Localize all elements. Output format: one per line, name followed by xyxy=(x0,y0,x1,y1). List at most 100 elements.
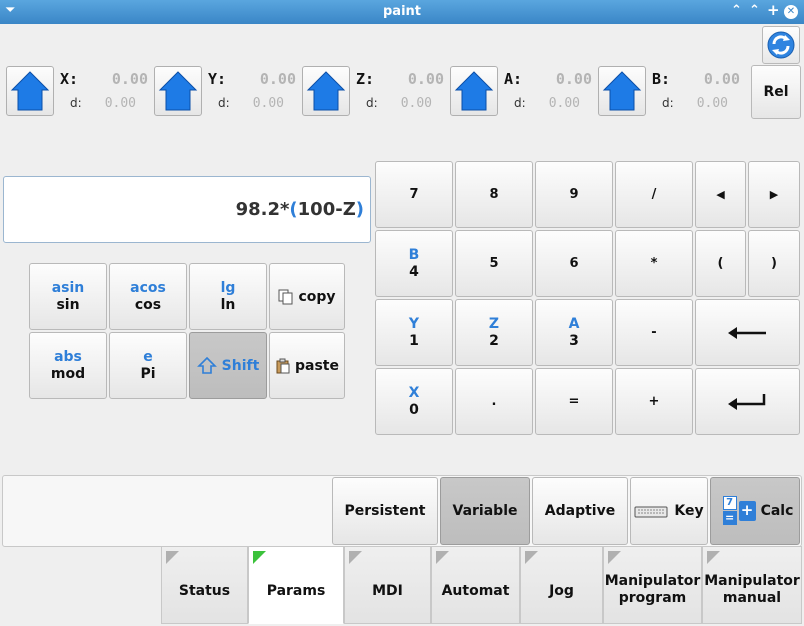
delta-label: d: xyxy=(218,96,230,110)
paste-icon xyxy=(276,358,290,373)
axis-x: X: 0.00 d: 0.00 xyxy=(4,64,150,118)
axis-x-label: X xyxy=(408,384,420,401)
tab-label-line1: Manipulator xyxy=(604,573,701,589)
axis-b-label: B xyxy=(408,246,420,263)
cos-button[interactable]: acos cos xyxy=(109,263,187,330)
minimize-icon[interactable]: ⌃ xyxy=(731,3,742,18)
home-icon xyxy=(306,71,346,111)
digit-1-label: 1 xyxy=(409,332,419,349)
rel-button[interactable]: Rel xyxy=(751,65,801,119)
sin-button[interactable]: asin sin xyxy=(29,263,107,330)
axis-name: A: xyxy=(504,70,523,88)
home-icon xyxy=(454,71,494,111)
persistent-button[interactable]: Persistent xyxy=(332,477,438,545)
tab-jog[interactable]: Jog xyxy=(520,546,603,624)
paste-button[interactable]: paste xyxy=(269,332,345,399)
home-x-button[interactable] xyxy=(6,66,54,116)
key-mode-button[interactable]: Key xyxy=(630,477,708,545)
refresh-button[interactable] xyxy=(762,26,800,64)
expression-paren-open: ( xyxy=(289,199,298,220)
tab-label: Jog xyxy=(549,583,574,599)
delta-value: 0.00 xyxy=(104,96,136,111)
acos-label: acos xyxy=(130,279,166,296)
axis-a-label: A xyxy=(568,315,580,332)
key-divide[interactable]: / xyxy=(615,161,693,228)
cursor-right-button[interactable]: ▶ xyxy=(748,161,800,228)
key-7[interactable]: 7 xyxy=(375,161,453,228)
backspace-button[interactable] xyxy=(695,299,800,366)
tab-corner-marker xyxy=(253,551,266,564)
mod-label: mod xyxy=(50,365,86,382)
expression-display[interactable]: 98.2*(100-Z) xyxy=(3,176,371,243)
tab-label-line2: program xyxy=(618,590,687,606)
axis-name: B: xyxy=(652,70,671,88)
enter-button[interactable] xyxy=(695,368,800,435)
delta-value: 0.00 xyxy=(696,96,728,111)
cursor-left-button[interactable]: ◀ xyxy=(695,161,746,228)
close-icon[interactable]: ✕ xyxy=(784,5,798,19)
key-0[interactable]: X0 xyxy=(375,368,453,435)
home-b-button[interactable] xyxy=(598,66,646,116)
pi-button[interactable]: e Pi xyxy=(109,332,187,399)
key-left-paren[interactable]: ( xyxy=(695,230,746,297)
tab-corner-marker xyxy=(707,551,720,564)
tab-label: Status xyxy=(178,583,231,599)
abs-label: abs xyxy=(54,348,82,365)
key-5[interactable]: 5 xyxy=(455,230,533,297)
keyboard-icon xyxy=(634,506,668,518)
key-equals[interactable]: = xyxy=(535,368,613,435)
tab-automat[interactable]: Automat xyxy=(431,546,520,624)
copy-button[interactable]: copy xyxy=(269,263,345,330)
copy-icon xyxy=(278,289,293,304)
home-a-button[interactable] xyxy=(450,66,498,116)
key-3[interactable]: A3 xyxy=(535,299,613,366)
calc-mode-button[interactable]: 7 = + Calc xyxy=(710,477,800,545)
calc-icon-equals: = xyxy=(722,511,737,525)
home-z-button[interactable] xyxy=(302,66,350,116)
tab-manipulator-manual[interactable]: Manipulator manual xyxy=(702,546,802,624)
shift-button[interactable]: Shift xyxy=(189,332,267,399)
key-4[interactable]: B4 xyxy=(375,230,453,297)
right-arrow-icon: ▶ xyxy=(769,188,779,201)
digit-4-label: 4 xyxy=(409,263,419,280)
restore-icon[interactable]: ⌃ xyxy=(749,3,760,18)
shift-label: Shift xyxy=(221,357,260,374)
expression-paren-close: ) xyxy=(355,199,364,220)
maximize-icon[interactable]: + xyxy=(767,1,780,19)
calc-icon-digit: 7 xyxy=(722,496,737,510)
key-8[interactable]: 8 xyxy=(455,161,533,228)
key-minus[interactable]: - xyxy=(615,299,693,366)
ln-button[interactable]: lg ln xyxy=(189,263,267,330)
variable-button[interactable]: Variable xyxy=(440,477,530,545)
key-9[interactable]: 9 xyxy=(535,161,613,228)
axis-value: 0.00 xyxy=(259,70,296,88)
tab-status[interactable]: Status xyxy=(161,546,248,624)
adaptive-button[interactable]: Adaptive xyxy=(532,477,628,545)
key-1[interactable]: Y1 xyxy=(375,299,453,366)
tab-corner-marker xyxy=(436,551,449,564)
mod-button[interactable]: abs mod xyxy=(29,332,107,399)
key-6[interactable]: 6 xyxy=(535,230,613,297)
key-plus[interactable]: + xyxy=(615,368,693,435)
copy-label: copy xyxy=(298,288,336,305)
axis-value: 0.00 xyxy=(703,70,740,88)
key-dot[interactable]: . xyxy=(455,368,533,435)
tab-label: Automat xyxy=(441,583,510,599)
delta-value: 0.00 xyxy=(400,96,432,111)
tab-manipulator-program[interactable]: Manipulator program xyxy=(603,546,702,624)
axis-value: 0.00 xyxy=(555,70,592,88)
tab-mdi[interactable]: MDI xyxy=(344,546,431,624)
digit-0-label: 0 xyxy=(409,401,419,418)
key-2[interactable]: Z2 xyxy=(455,299,533,366)
tab-params[interactable]: Params xyxy=(248,546,344,624)
key-multiply[interactable]: * xyxy=(615,230,693,297)
cos-label: cos xyxy=(134,296,162,313)
home-y-button[interactable] xyxy=(154,66,202,116)
ln-label: ln xyxy=(220,296,236,313)
asin-label: asin xyxy=(51,279,85,296)
lg-label: lg xyxy=(220,279,236,296)
tab-corner-marker xyxy=(349,551,362,564)
key-right-paren[interactable]: ) xyxy=(748,230,800,297)
delta-label: d: xyxy=(70,96,82,110)
axis-value: 0.00 xyxy=(407,70,444,88)
